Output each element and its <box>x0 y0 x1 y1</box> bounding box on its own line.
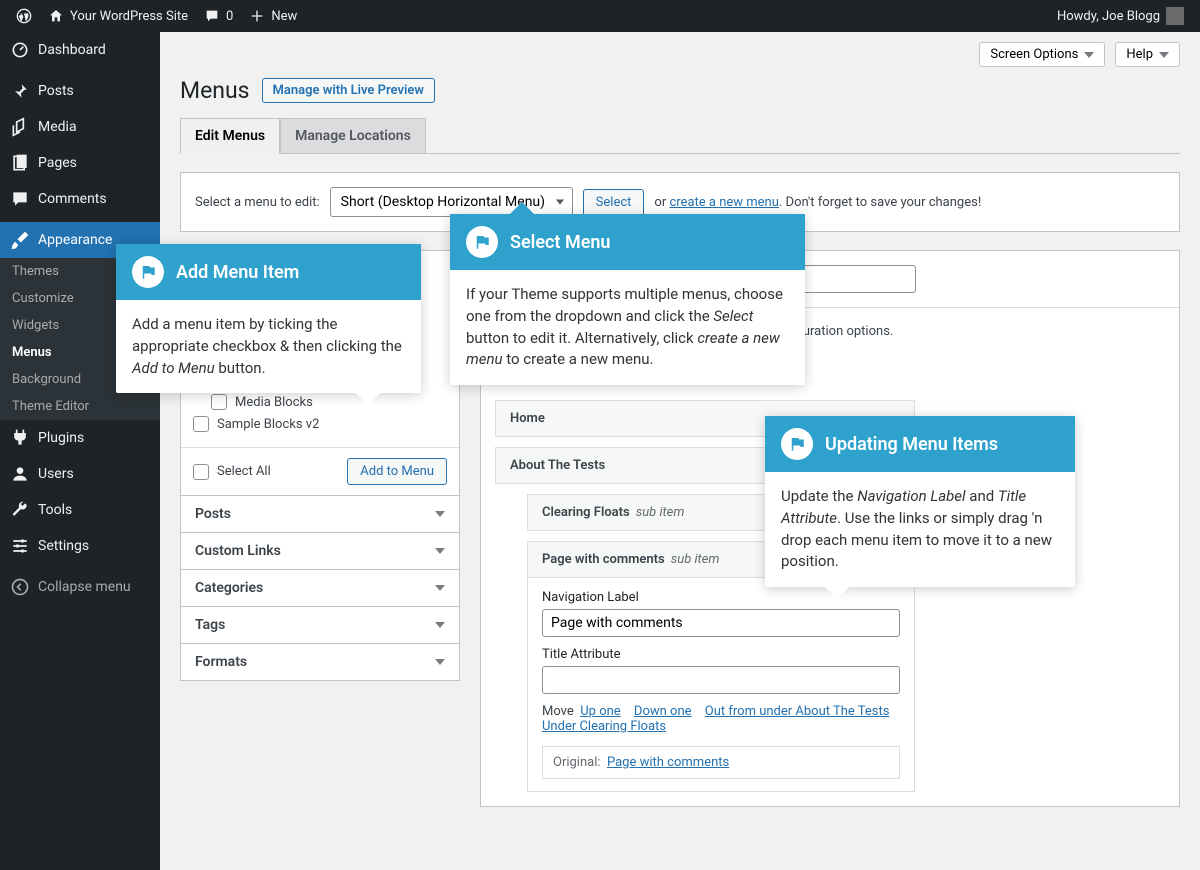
page-icon <box>10 153 30 173</box>
home-icon <box>48 8 64 24</box>
move-down-one[interactable]: Down one <box>634 704 692 719</box>
callout-select-menu: Select Menu If your Theme supports multi… <box>450 214 805 385</box>
chevron-down-icon <box>435 659 445 665</box>
sidebar-item-posts[interactable]: Posts <box>0 73 160 109</box>
tabs: Edit Menus Manage Locations <box>180 118 1180 154</box>
accordion-custom-links[interactable]: Custom Links <box>181 533 459 569</box>
media-icon <box>10 117 30 137</box>
menu-select[interactable]: Short (Desktop Horizontal Menu) <box>330 187 573 217</box>
site-link[interactable]: Your WordPress Site <box>40 0 196 32</box>
account-link[interactable]: Howdy, Joe Blogg <box>1049 7 1192 25</box>
wordpress-icon <box>16 8 32 24</box>
site-name: Your WordPress Site <box>70 9 188 24</box>
comments-link[interactable]: 0 <box>196 0 241 32</box>
sidebar-item-settings[interactable]: Settings <box>0 528 160 564</box>
admin-toolbar: Your WordPress Site 0 New Howdy, Joe Blo… <box>0 0 1200 32</box>
sidebar-item-comments[interactable]: Comments <box>0 181 160 217</box>
sidebar-item-tools[interactable]: Tools <box>0 492 160 528</box>
new-link[interactable]: New <box>241 0 305 32</box>
add-to-menu-button[interactable]: Add to Menu <box>347 458 447 485</box>
plus-icon <box>249 8 265 24</box>
accordion-categories[interactable]: Categories <box>181 570 459 606</box>
chevron-down-icon <box>435 622 445 628</box>
plug-icon <box>10 428 30 448</box>
sidebar-item-dashboard[interactable]: Dashboard <box>0 32 160 68</box>
create-new-menu-link[interactable]: create a new menu <box>669 195 778 210</box>
sidebar-item-plugins[interactable]: Plugins <box>0 420 160 456</box>
comment-icon <box>10 189 30 209</box>
callout-updating-menu-items: Updating Menu Items Update the Navigatio… <box>765 416 1075 587</box>
user-icon <box>10 464 30 484</box>
move-up-one[interactable]: Up one <box>580 704 620 719</box>
chevron-down-icon <box>435 585 445 591</box>
comment-icon <box>204 8 220 24</box>
live-preview-button[interactable]: Manage with Live Preview <box>262 78 435 103</box>
tab-edit-menus[interactable]: Edit Menus <box>180 118 280 154</box>
help-button[interactable]: Help <box>1115 42 1180 67</box>
comment-count: 0 <box>226 9 233 24</box>
title-attr-label: Title Attribute <box>542 647 900 662</box>
sliders-icon <box>10 536 30 556</box>
select-all[interactable]: Select All <box>193 461 271 483</box>
accordion-tags[interactable]: Tags <box>181 607 459 643</box>
sub-theme-editor[interactable]: Theme Editor <box>0 393 160 420</box>
select-button[interactable]: Select <box>583 189 645 216</box>
accordion-formats[interactable]: Formats <box>181 644 459 680</box>
avatar <box>1166 7 1184 25</box>
wrench-icon <box>10 500 30 520</box>
tab-manage-locations[interactable]: Manage Locations <box>280 118 426 154</box>
accordion-posts[interactable]: Posts <box>181 496 459 532</box>
pin-icon <box>10 81 30 101</box>
select-menu-label: Select a menu to edit: <box>195 195 320 210</box>
original-link-row: Original: Page with comments <box>542 746 900 779</box>
collapse-icon <box>10 577 30 597</box>
chevron-down-icon <box>1084 52 1094 58</box>
nav-label-input[interactable] <box>542 609 900 637</box>
flag-icon <box>466 226 498 258</box>
brush-icon <box>10 230 30 250</box>
new-label: New <box>271 9 297 24</box>
chevron-down-icon <box>435 511 445 517</box>
screen-options-button[interactable]: Screen Options <box>979 42 1105 67</box>
flag-icon <box>132 256 164 288</box>
move-under-clearing[interactable]: Under Clearing Floats <box>542 719 666 734</box>
move-row: Move Up one Down one Out from under Abou… <box>542 704 900 734</box>
cb-sample-blocks-v2[interactable]: Sample Blocks v2 <box>193 413 447 435</box>
original-page-link[interactable]: Page with comments <box>607 755 729 770</box>
move-out-from-under[interactable]: Out from under About The Tests <box>705 704 890 719</box>
page-title: Menus <box>180 77 250 104</box>
chevron-down-icon <box>435 548 445 554</box>
cb-media-blocks[interactable]: Media Blocks <box>193 391 447 413</box>
dashboard-icon <box>10 40 30 60</box>
flag-icon <box>781 428 813 460</box>
chevron-down-icon <box>1159 52 1169 58</box>
sidebar-item-pages[interactable]: Pages <box>0 145 160 181</box>
admin-sidebar: Dashboard Posts Media Pages Comments App… <box>0 32 160 870</box>
sidebar-item-media[interactable]: Media <box>0 109 160 145</box>
callout-add-menu-item: Add Menu Item Add a menu item by ticking… <box>116 244 421 393</box>
howdy-text: Howdy, Joe Blogg <box>1057 9 1160 24</box>
wp-logo[interactable] <box>8 0 40 32</box>
collapse-menu[interactable]: Collapse menu <box>0 569 160 605</box>
sidebar-item-users[interactable]: Users <box>0 456 160 492</box>
title-attr-input[interactable] <box>542 666 900 694</box>
